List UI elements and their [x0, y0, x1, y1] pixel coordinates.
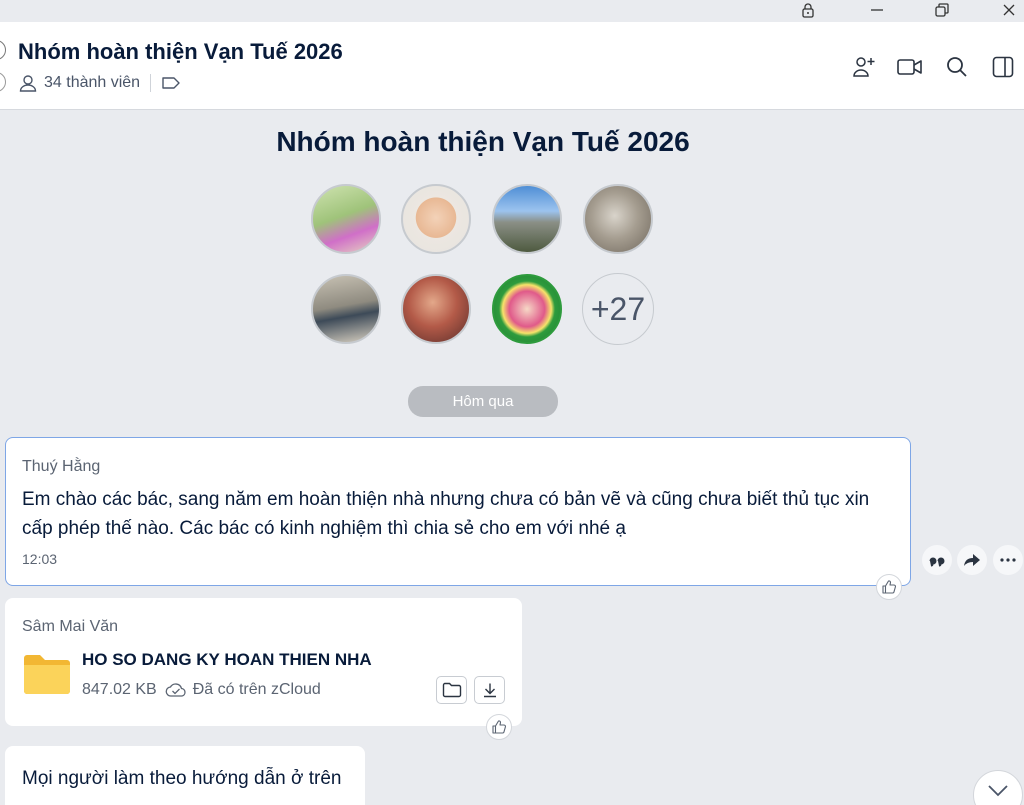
chevron-down-icon: [986, 783, 1010, 799]
download-icon: [482, 682, 498, 698]
video-call-icon[interactable]: [896, 53, 924, 81]
message-bubble[interactable]: Thuý Hằng Em chào các bác, sang năm em h…: [5, 437, 911, 586]
forward-icon[interactable]: [957, 545, 987, 575]
chat-meta: 34 thành viên: [18, 73, 181, 93]
divider: [150, 74, 152, 92]
search-icon[interactable]: [943, 53, 971, 81]
lock-icon[interactable]: [791, 0, 825, 20]
members-icon: [18, 73, 38, 93]
quote-reply-icon[interactable]: [922, 545, 952, 575]
message-sender[interactable]: Thuý Hằng: [22, 458, 100, 476]
scroll-to-bottom-button[interactable]: [973, 770, 1023, 805]
cloud-check-icon: [165, 682, 187, 698]
file-attachment[interactable]: HO SO DANG KY HOAN THIEN NHA 847.02 KB Đ…: [22, 650, 372, 699]
member-avatar[interactable]: [311, 184, 381, 254]
sidebar-toggle-icon[interactable]: [989, 53, 1017, 81]
cloud-status: Đã có trên zCloud: [192, 681, 321, 698]
member-avatar[interactable]: [401, 184, 471, 254]
group-avatar-secondary: [0, 72, 6, 92]
file-size: 847.02 KB: [82, 681, 157, 698]
group-intro-name: Nhóm hoàn thiện Vạn Tuế 2026: [276, 126, 690, 157]
download-button[interactable]: [474, 676, 505, 704]
folder-icon: [22, 652, 72, 699]
group-avatar[interactable]: [0, 40, 6, 60]
member-count[interactable]: 34 thành viên: [44, 74, 140, 92]
add-member-icon[interactable]: [850, 53, 878, 81]
message-text-line: cấp phép thế nào. Các bác có kinh nghiệm…: [22, 518, 626, 539]
file-message-bubble[interactable]: Sâm Mai Văn HO SO DANG KY HOAN THIEN NHA…: [5, 598, 522, 726]
minimize-icon[interactable]: [860, 0, 894, 20]
more-members-button[interactable]: +27: [582, 273, 654, 345]
chat-title[interactable]: Nhóm hoàn thiện Vạn Tuế 2026: [18, 39, 343, 65]
member-avatar[interactable]: [583, 184, 653, 254]
member-avatar[interactable]: [401, 274, 471, 344]
member-avatar[interactable]: [492, 184, 562, 254]
open-folder-icon: [442, 682, 462, 698]
message-text: Mọi người làm theo hướng dẫn ở trên: [22, 768, 342, 789]
like-reaction-icon[interactable]: [876, 574, 902, 600]
message-text-line: Em chào các bác, sang năm em hoàn thiện …: [22, 489, 870, 510]
date-divider: Hôm qua: [408, 386, 558, 417]
chat-header: Nhóm hoàn thiện Vạn Tuế 2026 34 thành vi…: [0, 22, 1024, 110]
close-icon[interactable]: [992, 0, 1024, 20]
file-meta: 847.02 KB Đã có trên zCloud: [82, 681, 372, 699]
more-options-icon[interactable]: [993, 545, 1023, 575]
restore-icon[interactable]: [925, 0, 959, 20]
member-avatar[interactable]: [492, 274, 562, 344]
open-folder-button[interactable]: [436, 676, 467, 704]
member-avatar[interactable]: [311, 274, 381, 344]
like-reaction-icon[interactable]: [486, 714, 512, 740]
window-titlebar: [0, 0, 1024, 22]
message-sender[interactable]: Sâm Mai Văn: [22, 618, 118, 636]
message-bubble[interactable]: Mọi người làm theo hướng dẫn ở trên: [5, 746, 365, 805]
message-time: 12:03: [22, 551, 58, 567]
file-name[interactable]: HO SO DANG KY HOAN THIEN NHA: [82, 650, 372, 670]
file-info: HO SO DANG KY HOAN THIEN NHA 847.02 KB Đ…: [82, 650, 372, 699]
tag-icon[interactable]: [161, 75, 181, 91]
